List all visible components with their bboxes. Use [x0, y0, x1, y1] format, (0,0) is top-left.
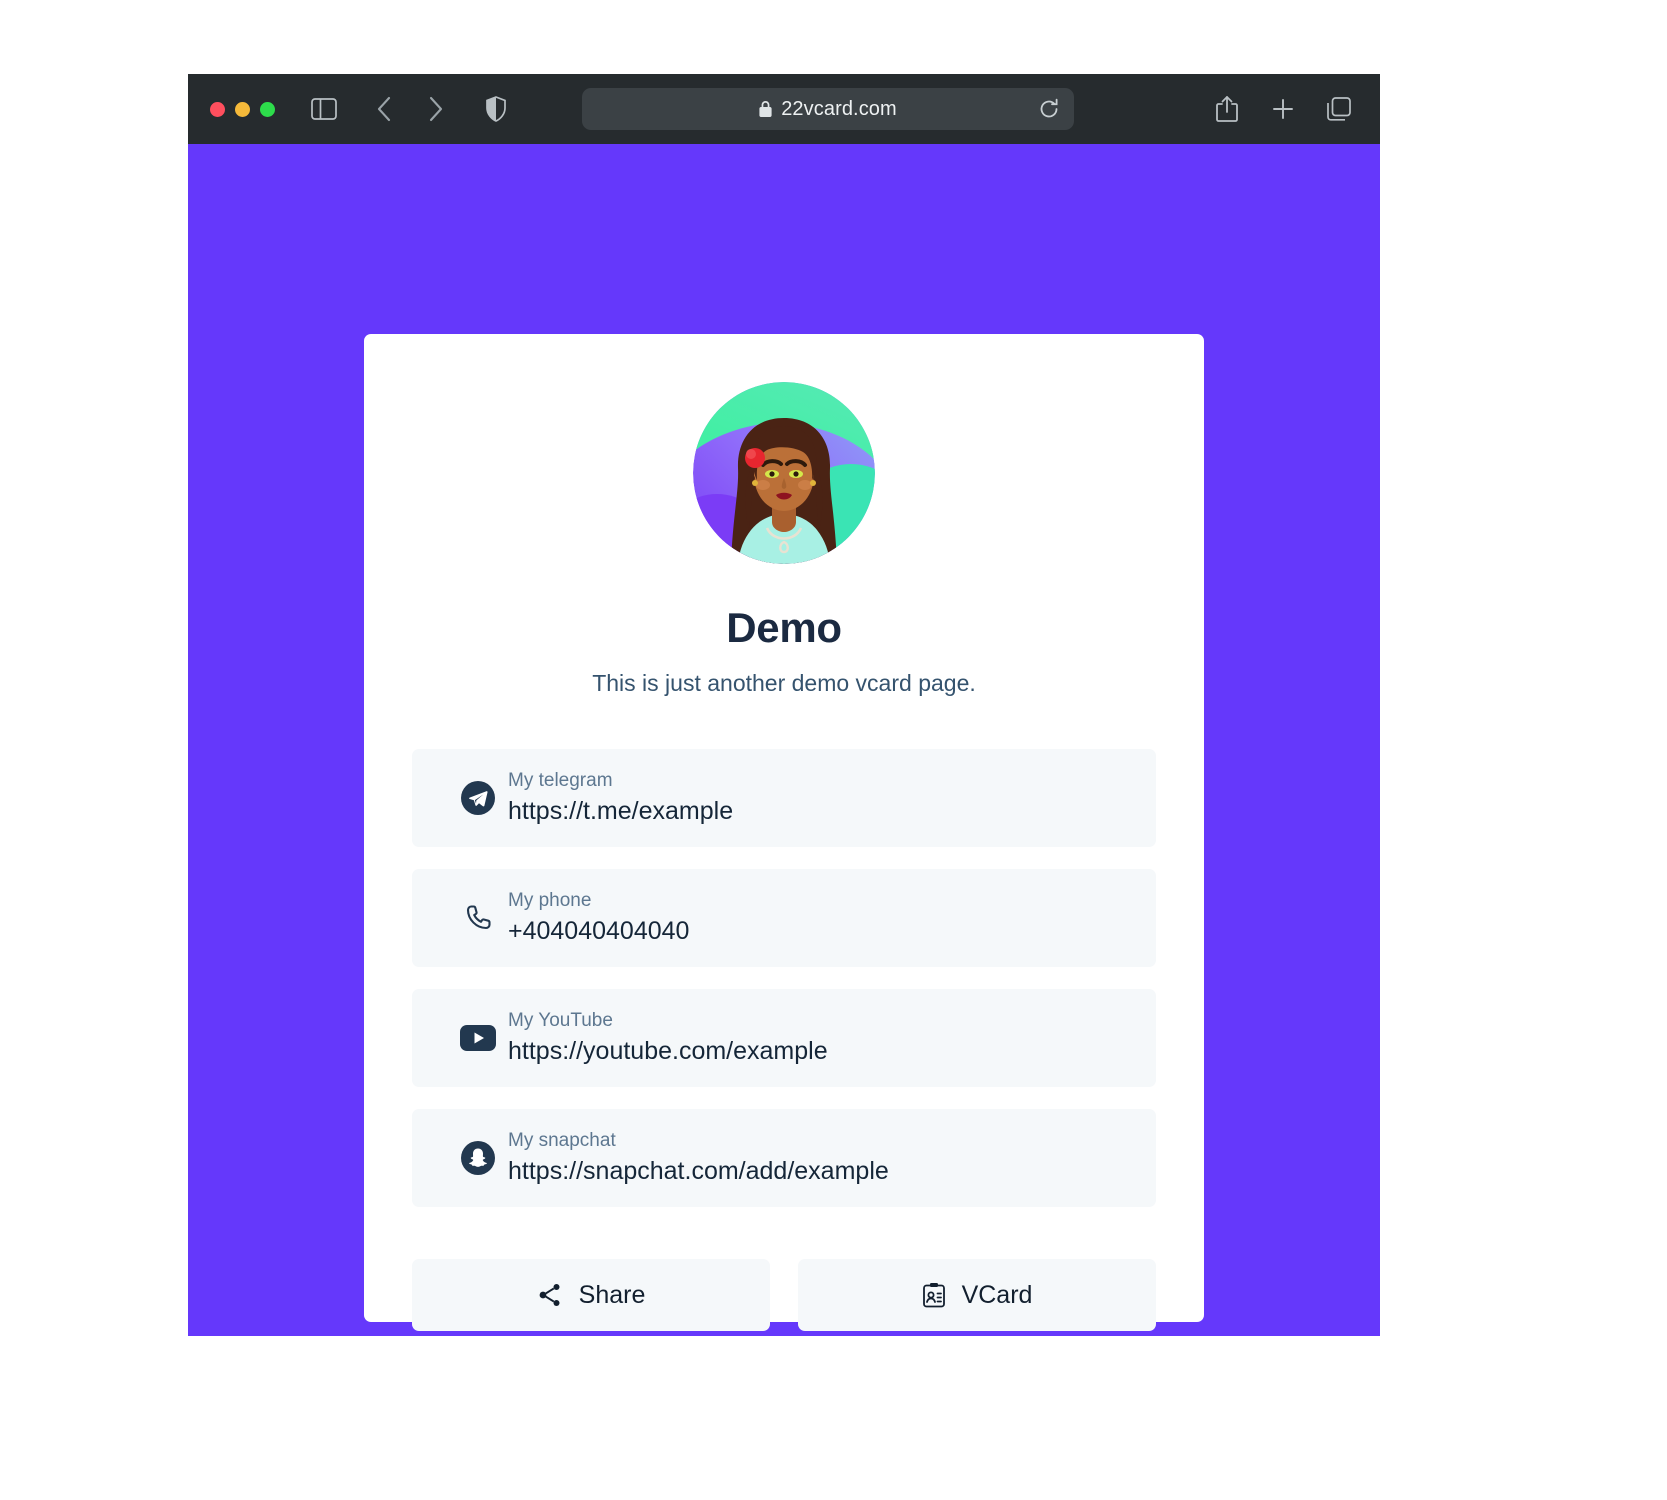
avatar-wrapper — [364, 382, 1204, 564]
contact-card-icon — [922, 1282, 946, 1308]
list-item-label: My phone — [508, 890, 592, 912]
tab-overview-icon[interactable] — [1320, 90, 1358, 128]
sidebar-toggle-icon[interactable] — [305, 90, 343, 128]
window-controls — [210, 101, 275, 117]
toolbar-right-actions — [1208, 90, 1358, 128]
phone-icon — [456, 902, 500, 934]
share-button[interactable]: Share — [412, 1259, 770, 1331]
shield-icon[interactable] — [477, 90, 515, 128]
profile-bio: This is just another demo vcard page. — [592, 670, 976, 696]
action-buttons: Share VCard — [364, 1259, 1204, 1331]
avatar — [693, 382, 875, 564]
list-item[interactable]: My telegram https://t.me/example — [412, 749, 1156, 847]
new-tab-icon[interactable] — [1264, 90, 1302, 128]
youtube-icon — [456, 1025, 500, 1051]
list-item-text: My telegram https://t.me/example — [508, 770, 733, 826]
list-item[interactable]: My phone +404040404040 — [412, 869, 1156, 967]
page-viewport: Demo This is just another demo vcard pag… — [188, 144, 1380, 1336]
url-text: 22vcard.com — [781, 97, 897, 120]
navigation-arrows — [365, 90, 455, 128]
close-window-button[interactable] — [210, 101, 225, 117]
zoom-window-button[interactable] — [260, 101, 275, 117]
list-item-text: My phone +404040404040 — [508, 890, 689, 946]
list-item[interactable]: My YouTube https://youtube.com/example — [412, 989, 1156, 1087]
list-item-text: My snapchat https://snapchat.com/add/exa… — [508, 1130, 889, 1186]
reload-icon[interactable] — [1038, 98, 1060, 120]
list-item-value: https://t.me/example — [508, 797, 734, 826]
page-title: Demo — [726, 604, 842, 651]
address-bar-content: 22vcard.com — [759, 98, 897, 121]
back-icon[interactable] — [365, 90, 403, 128]
forward-icon[interactable] — [417, 90, 455, 128]
list-item-value: +404040404040 — [508, 917, 690, 946]
list-item[interactable]: My snapchat https://snapchat.com/add/exa… — [412, 1109, 1156, 1207]
list-item-value: https://snapchat.com/add/example — [508, 1157, 889, 1186]
lock-icon — [759, 100, 772, 118]
vcard-button[interactable]: VCard — [798, 1259, 1156, 1331]
share-button-label: Share — [578, 1280, 646, 1309]
list-item-label: My snapchat — [508, 1130, 616, 1152]
vcard-container: Demo This is just another demo vcard pag… — [364, 334, 1204, 1331]
telegram-icon — [456, 781, 500, 815]
list-item-value: https://youtube.com/example — [508, 1037, 828, 1066]
list-item-label: My telegram — [508, 770, 613, 792]
list-item-text: My YouTube https://youtube.com/example — [508, 1010, 828, 1066]
address-bar[interactable]: 22vcard.com — [582, 88, 1074, 130]
browser-toolbar: 22vcard.com — [188, 74, 1380, 144]
share-icon[interactable] — [1208, 90, 1246, 128]
browser-window: 22vcard.com Demo This is just another de… — [188, 74, 1380, 1336]
minimize-window-button[interactable] — [235, 101, 250, 117]
share-nodes-icon — [537, 1282, 563, 1308]
snapchat-icon — [456, 1141, 500, 1175]
link-list: My telegram https://t.me/example My phon… — [364, 749, 1204, 1207]
vcard-button-label: VCard — [961, 1280, 1033, 1309]
list-item-label: My YouTube — [508, 1010, 613, 1032]
